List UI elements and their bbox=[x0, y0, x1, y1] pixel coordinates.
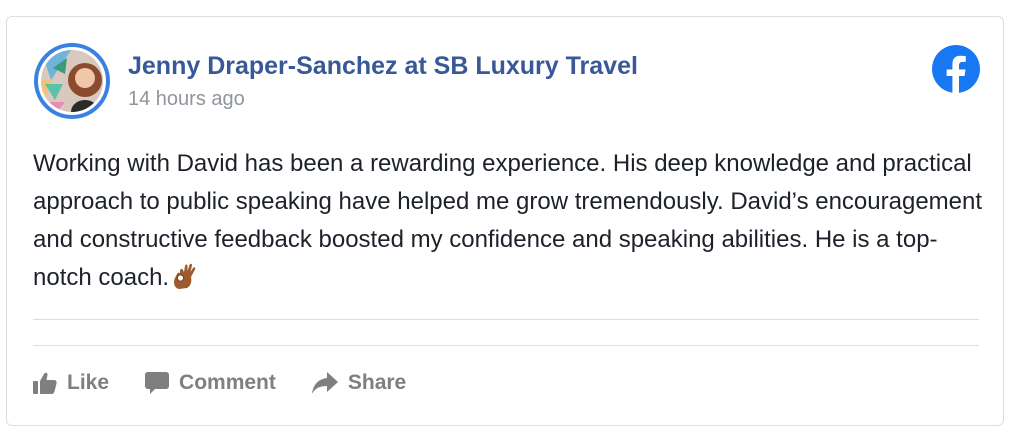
comment-button[interactable]: Comment bbox=[145, 371, 276, 395]
author-name-link[interactable]: Jenny Draper-Sanchez at SB Luxury Travel bbox=[128, 52, 638, 81]
share-arrow-icon bbox=[311, 372, 338, 394]
ok-hand-emoji bbox=[171, 262, 197, 302]
like-button[interactable]: Like bbox=[33, 371, 109, 395]
comment-label: Comment bbox=[179, 371, 276, 394]
avatar-photo bbox=[38, 47, 106, 115]
share-button[interactable]: Share bbox=[311, 371, 407, 395]
divider-bottom bbox=[33, 345, 979, 346]
divider-top bbox=[33, 319, 979, 320]
facebook-icon[interactable] bbox=[932, 45, 980, 93]
author-avatar[interactable] bbox=[34, 43, 110, 119]
post-body: Working with David has been a rewarding … bbox=[33, 145, 983, 302]
speech-bubble-icon bbox=[145, 371, 170, 394]
thumbs-up-icon bbox=[33, 372, 57, 394]
like-label: Like bbox=[67, 371, 110, 394]
action-bar: Like Comment Share bbox=[33, 371, 442, 395]
post-timestamp[interactable]: 14 hours ago bbox=[128, 88, 245, 111]
share-label: Share bbox=[347, 371, 407, 394]
review-card: Jenny Draper-Sanchez at SB Luxury Travel… bbox=[6, 16, 1004, 426]
